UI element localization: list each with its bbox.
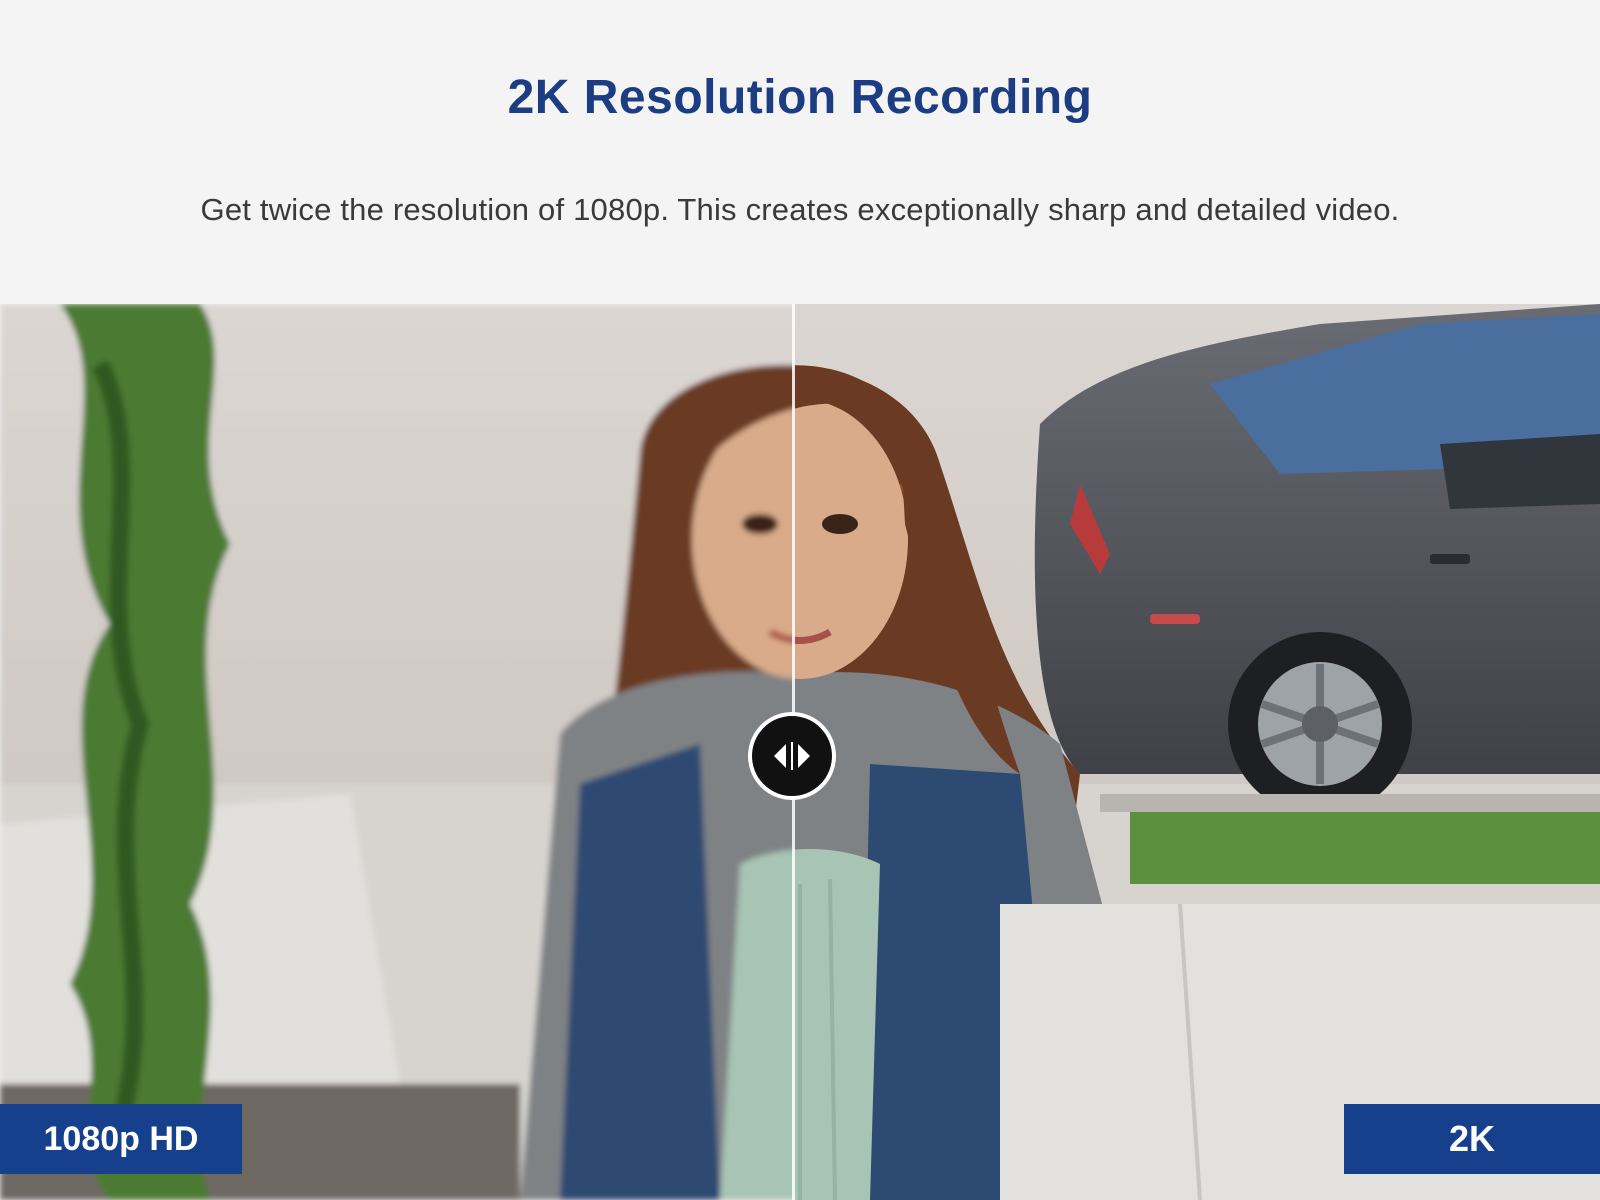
resolution-label-1080p: 1080p HD (0, 1104, 242, 1174)
resolution-comparison-slider[interactable] (0, 304, 1600, 1200)
page-title: 2K Resolution Recording (507, 71, 1093, 124)
slider-handle[interactable] (748, 712, 836, 800)
page-subtitle: Get twice the resolution of 1080p. This … (200, 192, 1400, 227)
resolution-label-2k: 2K (1344, 1104, 1600, 1174)
left-right-arrows-icon (774, 742, 810, 770)
header-section: 2K Resolution Recording Get twice the re… (0, 0, 1600, 304)
